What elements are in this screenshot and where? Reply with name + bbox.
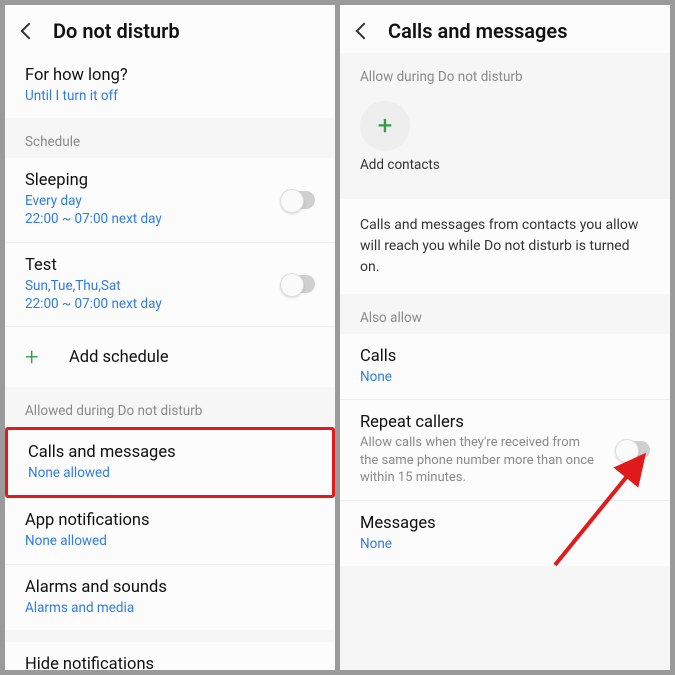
row-desc: Allow calls when they're received from t… bbox=[360, 434, 650, 487]
for-how-long-sub: Until I turn it off bbox=[25, 87, 315, 105]
page-title: Do not disturb bbox=[53, 19, 180, 43]
row-title: Messages bbox=[360, 514, 650, 533]
calls-messages-row[interactable]: Calls and messages None allowed bbox=[8, 430, 332, 495]
schedule-title: Sleeping bbox=[25, 171, 315, 190]
add-contacts-button[interactable]: + bbox=[360, 101, 410, 151]
app-notifications-row[interactable]: App notifications None allowed bbox=[5, 498, 335, 564]
back-icon[interactable] bbox=[356, 23, 373, 40]
also-allow-section-label: Also allow bbox=[340, 294, 670, 334]
add-schedule-label: Add schedule bbox=[69, 348, 169, 367]
highlight-annotation: Calls and messages None allowed bbox=[5, 427, 335, 498]
schedule-test-toggle[interactable] bbox=[281, 275, 315, 293]
schedule-sleeping-row[interactable]: Sleeping Every day 22:00 ~ 07:00 next da… bbox=[5, 158, 335, 242]
repeat-callers-toggle[interactable] bbox=[616, 441, 650, 459]
row-title: Calls bbox=[360, 347, 650, 366]
row-title: Repeat callers bbox=[360, 413, 650, 432]
header: Calls and messages bbox=[340, 5, 670, 53]
alarms-sounds-row[interactable]: Alarms and sounds Alarms and media bbox=[5, 565, 335, 630]
messages-row[interactable]: Messages None bbox=[340, 501, 670, 566]
schedule-sub: Sun,Tue,Thu,Sat 22:00 ~ 07:00 next day bbox=[25, 277, 315, 313]
repeat-callers-row[interactable]: Repeat callers Allow calls when they're … bbox=[340, 400, 670, 501]
screen-calls-and-messages: Calls and messages Allow during Do not d… bbox=[340, 5, 670, 670]
row-title: Hide notifications bbox=[25, 655, 315, 670]
plus-icon: + bbox=[25, 343, 57, 371]
for-how-long-row[interactable]: For how long? Until I turn it off bbox=[5, 53, 335, 118]
row-sub: None bbox=[360, 535, 650, 553]
row-sub: None bbox=[360, 368, 650, 386]
allowed-section-label: Allowed during Do not disturb bbox=[5, 387, 335, 427]
screen-do-not-disturb: Do not disturb For how long? Until I tur… bbox=[5, 5, 335, 670]
add-contacts-label: Add contacts bbox=[340, 157, 670, 187]
calls-row[interactable]: Calls None bbox=[340, 334, 670, 400]
schedule-section-label: Schedule bbox=[5, 118, 335, 158]
row-sub: None allowed bbox=[25, 532, 315, 550]
info-text: Calls and messages from contacts you all… bbox=[340, 199, 670, 294]
row-title: Alarms and sounds bbox=[25, 578, 315, 597]
allow-during-section-label: Allow during Do not disturb bbox=[340, 53, 670, 93]
header: Do not disturb bbox=[5, 5, 335, 53]
back-icon[interactable] bbox=[21, 23, 38, 40]
row-title: App notifications bbox=[25, 511, 315, 530]
schedule-sleeping-toggle[interactable] bbox=[281, 191, 315, 209]
add-schedule-row[interactable]: + Add schedule bbox=[5, 327, 335, 387]
schedule-sub: Every day 22:00 ~ 07:00 next day bbox=[25, 192, 315, 228]
row-sub: Alarms and media bbox=[25, 599, 315, 617]
plus-icon: + bbox=[378, 113, 393, 139]
row-sub: None allowed bbox=[28, 464, 312, 482]
hide-notifications-row[interactable]: Hide notifications bbox=[5, 642, 335, 670]
for-how-long-title: For how long? bbox=[25, 66, 315, 85]
row-title: Calls and messages bbox=[28, 443, 312, 462]
page-title: Calls and messages bbox=[388, 19, 567, 43]
schedule-test-row[interactable]: Test Sun,Tue,Thu,Sat 22:00 ~ 07:00 next … bbox=[5, 243, 335, 327]
schedule-title: Test bbox=[25, 256, 315, 275]
